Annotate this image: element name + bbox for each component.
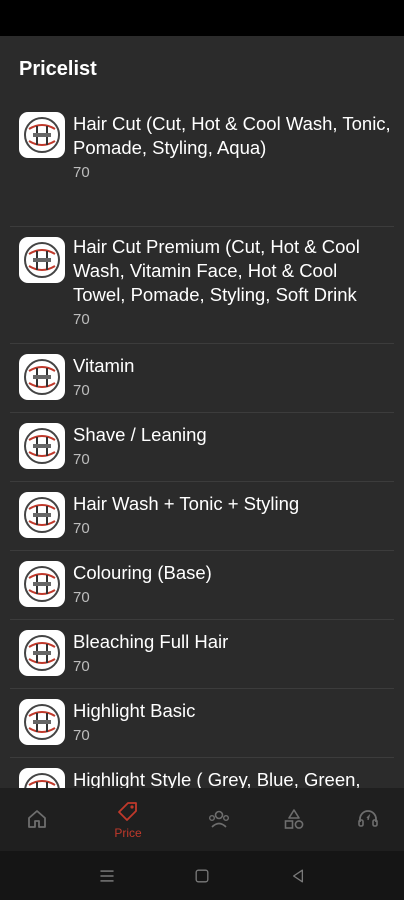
service-logo-icon [19,423,65,469]
service-price: 70 [73,589,90,606]
menu-icon[interactable] [96,865,118,887]
service-price: 70 [73,382,90,399]
list-item[interactable]: Hair Cut (Cut, Hot & Cool Wash, Tonic, P… [10,102,394,227]
list-item[interactable]: Vitamin 70 [10,344,394,413]
service-name: Highlight Style ( Grey, Blue, Green, Red… [73,769,361,788]
service-name: Shave / Leaning [73,424,207,445]
list-item[interactable]: Colouring (Base) 70 [10,551,394,620]
shapes-icon [284,808,304,829]
nav-support[interactable] [328,788,404,851]
service-name: Hair Cut Premium (Cut, Hot & Cool Wash, … [73,236,360,305]
list-item[interactable]: Bleaching Full Hair 70 [10,620,394,689]
service-price: 70 [73,164,90,181]
nav-shapes[interactable] [254,788,334,851]
service-price: 70 [73,727,90,744]
bottom-nav: Price [0,788,404,851]
service-logo-icon [19,354,65,400]
list-item[interactable]: Hair Cut Premium (Cut, Hot & Cool Wash, … [10,227,394,344]
list-item[interactable]: Shave / Leaning 70 [10,413,394,482]
system-navigation-bar [0,851,404,900]
list-item[interactable]: Highlight Style ( Grey, Blue, Green, Red… [10,758,394,788]
service-price: 70 [73,451,90,468]
back-triangle-icon[interactable] [287,865,309,887]
nav-team[interactable] [179,788,259,851]
service-name: Hair Cut (Cut, Hot & Cool Wash, Tonic, P… [73,113,391,158]
pricelist: Hair Cut (Cut, Hot & Cool Wash, Tonic, P… [0,102,404,788]
list-item[interactable]: Hair Wash + Tonic + Styling 70 [10,482,394,551]
service-logo-icon [19,699,65,745]
headset-icon [358,809,378,827]
service-logo-icon [19,237,65,283]
main-content: Pricelist Hair Cut (Cut, Hot & Cool Wash… [0,36,404,788]
nav-price-label: Price [114,825,142,840]
home-square-icon[interactable] [191,865,213,887]
service-price: 70 [73,311,90,328]
service-logo-icon [19,492,65,538]
service-logo-icon [19,630,65,676]
service-logo-icon [19,112,65,158]
service-logo-icon [19,768,65,788]
page-title: Pricelist [19,58,97,80]
home-icon [28,809,46,828]
service-name: Hair Wash + Tonic + Styling [73,493,300,514]
status-bar [0,0,404,36]
service-price: 70 [73,520,90,537]
service-name: Colouring (Base) [73,562,212,583]
nav-home[interactable] [0,788,77,851]
service-name: Vitamin [73,355,135,376]
service-logo-icon [19,561,65,607]
nav-price[interactable]: Price [88,788,168,851]
service-price: 70 [73,658,90,675]
price-tag-icon [118,801,137,821]
list-item[interactable]: Highlight Basic 70 [10,689,394,758]
service-name: Bleaching Full Hair [73,631,229,652]
team-icon [209,810,230,828]
service-name: Highlight Basic [73,700,196,721]
